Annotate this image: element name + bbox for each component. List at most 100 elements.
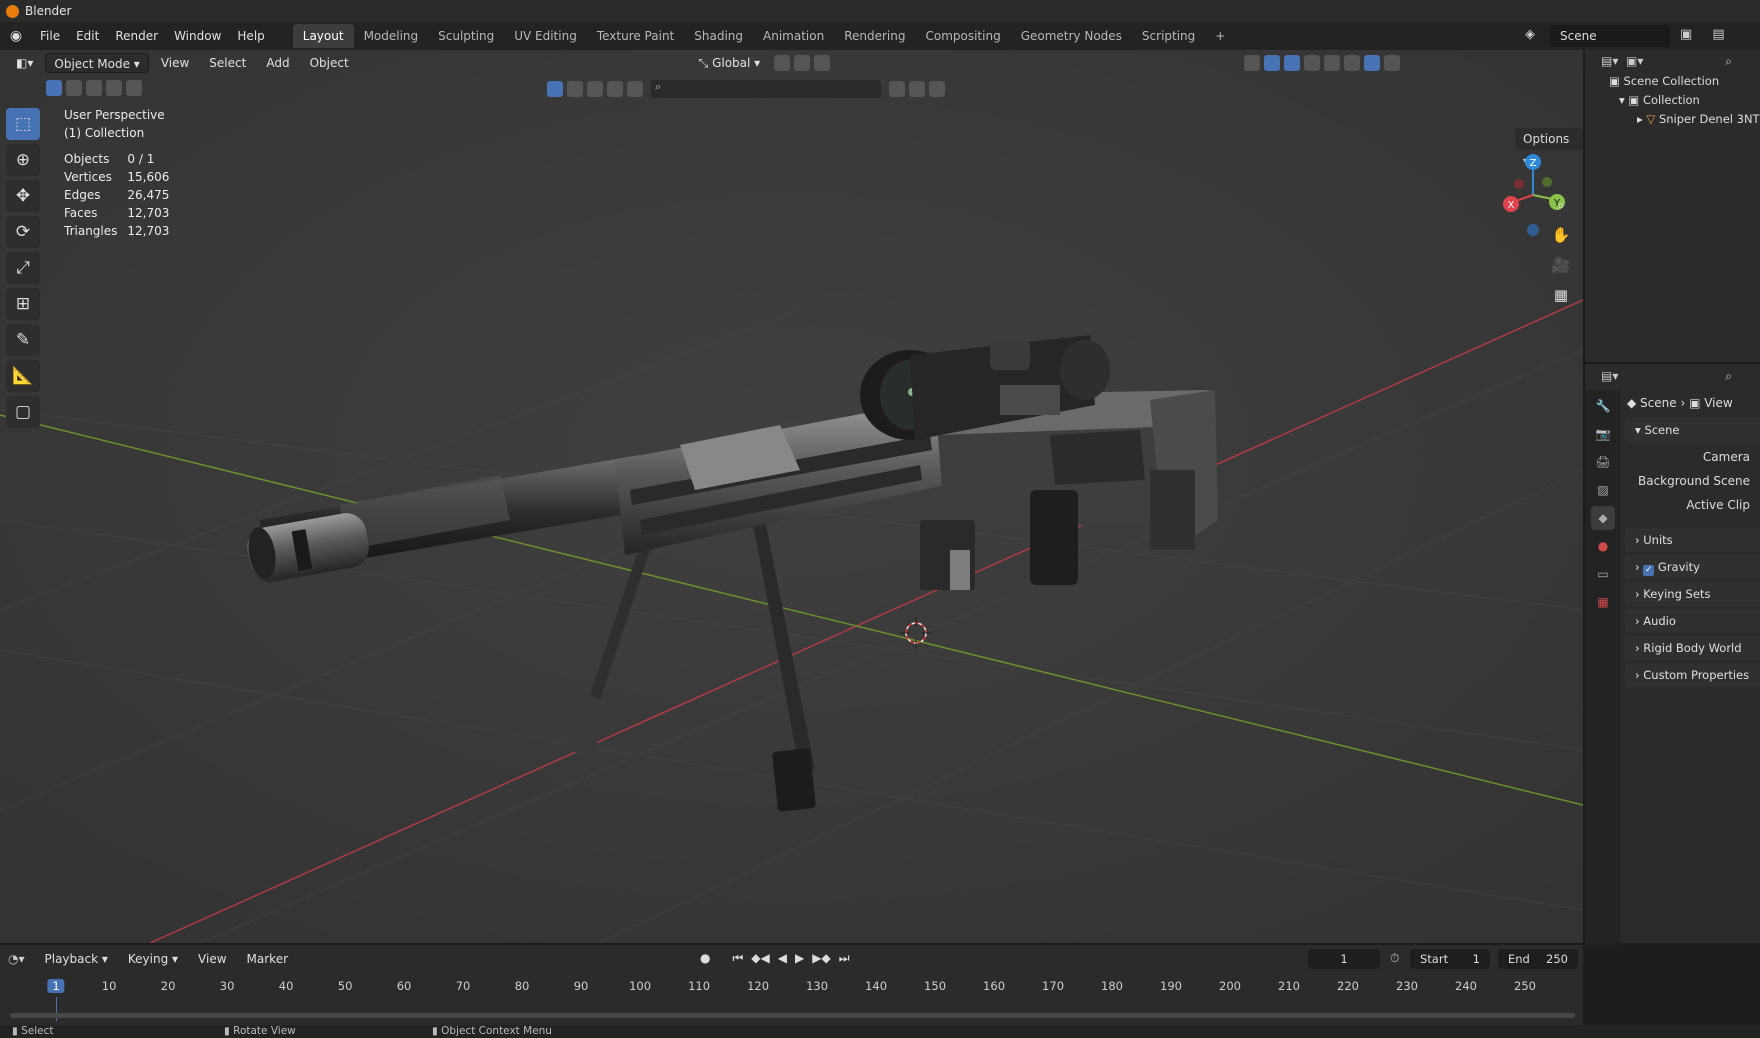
tab-scripting[interactable]: Scripting <box>1132 24 1205 48</box>
panel-gravity[interactable]: › ✓ Gravity <box>1625 555 1760 579</box>
funnel-filter-icon[interactable] <box>929 81 945 97</box>
texture-tab-icon[interactable]: ▦ <box>1591 590 1615 614</box>
add-cube-tool[interactable]: ▢ <box>6 396 40 428</box>
camera-field[interactable]: Camera <box>1625 446 1750 468</box>
annotate-tool[interactable]: ✎ <box>6 324 40 356</box>
scene-name-field[interactable]: Scene <box>1550 25 1670 47</box>
output-tab-icon[interactable]: 🖨 <box>1591 450 1615 474</box>
tab-rendering[interactable]: Rendering <box>834 24 915 48</box>
move-tool[interactable]: ✥ <box>6 180 40 212</box>
select-box-tool[interactable]: ⬚ <box>6 108 40 140</box>
frame-tick-label: 160 <box>983 979 1006 993</box>
shading-rendered-icon[interactable] <box>1384 55 1401 71</box>
filter-light-icon[interactable] <box>587 81 603 97</box>
view-layer-icon[interactable]: ▣ ▤ <box>1680 27 1750 45</box>
pivot-icon[interactable] <box>774 55 791 71</box>
tab-uv-editing[interactable]: UV Editing <box>504 24 587 48</box>
tab-modeling[interactable]: Modeling <box>354 24 429 48</box>
select-extend-icon[interactable] <box>66 80 82 96</box>
visibility-icon[interactable] <box>1244 55 1261 71</box>
mode-dropdown[interactable]: Object Mode ▾ <box>45 53 149 73</box>
rotate-tool[interactable]: ⟳ <box>6 216 40 248</box>
menu-object[interactable]: Object <box>302 53 357 73</box>
ortho-grid-icon[interactable]: ▦ <box>1548 282 1574 308</box>
tab-compositing[interactable]: Compositing <box>915 24 1010 48</box>
measure-tool[interactable]: 📐 <box>6 360 40 392</box>
search-field[interactable]: ⌕ <box>651 80 881 98</box>
filter-type-icon[interactable] <box>547 81 563 97</box>
shading-wireframe-icon[interactable] <box>1324 55 1341 71</box>
select-subtract-icon[interactable] <box>86 80 102 96</box>
transform-tool[interactable]: ⊞ <box>6 288 40 320</box>
panel-rigid-body-world[interactable]: › Rigid Body World <box>1625 636 1760 660</box>
panel-audio[interactable]: › Audio <box>1625 609 1760 633</box>
panel-custom-properties[interactable]: › Custom Properties <box>1625 663 1760 687</box>
active-clip-field[interactable]: Active Clip <box>1625 494 1750 516</box>
overlay-toggle-icon[interactable] <box>1284 55 1301 71</box>
zoom-icon[interactable]: ⌕ <box>1548 192 1574 218</box>
select-intersect-icon[interactable] <box>126 80 142 96</box>
add-workspace-button[interactable]: + <box>1205 24 1235 48</box>
select-new-icon[interactable] <box>46 80 62 96</box>
menu-file[interactable]: File <box>32 22 68 50</box>
editor-type-icon[interactable]: ◧▾ <box>8 53 41 73</box>
menu-add[interactable]: Add <box>258 53 297 73</box>
shading-material-icon[interactable] <box>1364 55 1381 71</box>
blender-menu-icon[interactable]: ◉ <box>0 28 32 44</box>
scene-tab-icon[interactable]: ◆ <box>1591 506 1615 530</box>
camera-view-icon[interactable]: 🎥 <box>1548 252 1574 278</box>
tab-geometry-nodes[interactable]: Geometry Nodes <box>1011 24 1132 48</box>
render-tab-icon[interactable]: 📷 <box>1591 422 1615 446</box>
sort-icon[interactable] <box>909 81 925 97</box>
snap-icon[interactable] <box>794 55 811 71</box>
pan-hand-icon[interactable]: ✋ <box>1548 222 1574 248</box>
frame-tick-label: 110 <box>688 979 711 993</box>
menu-window[interactable]: Window <box>166 22 229 50</box>
tab-layout[interactable]: Layout <box>292 24 354 48</box>
outliner-row-object[interactable]: ▸ ▽ Sniper Denel 3NTW <box>1585 110 1760 129</box>
world-tab-icon[interactable]: ● <box>1591 534 1615 558</box>
collection-tab-icon[interactable]: ▭ <box>1591 562 1615 586</box>
menu-render[interactable]: Render <box>107 22 166 50</box>
panel-keying-sets[interactable]: › Keying Sets <box>1625 582 1760 606</box>
properties-search-icon[interactable]: ⌕ <box>1725 364 1732 388</box>
outliner-row-collection[interactable]: ▾ ▣ Collection <box>1585 91 1760 110</box>
menu-edit[interactable]: Edit <box>68 22 107 50</box>
breadcrumb-view: View <box>1704 396 1733 410</box>
xray-icon[interactable] <box>1304 55 1321 71</box>
bookmark-icon[interactable] <box>889 81 905 97</box>
timeline-scrollbar[interactable] <box>10 1013 1575 1018</box>
scene-section-header[interactable]: ▾ Scene <box>1625 418 1760 442</box>
outliner-search-icon[interactable]: ⌕ <box>1725 50 1732 72</box>
filter-mesh-icon[interactable] <box>567 81 583 97</box>
filter-camera-icon[interactable] <box>607 81 623 97</box>
panel-units[interactable]: › Units <box>1625 528 1760 552</box>
tool-tab-icon[interactable]: 🔧 <box>1591 394 1615 418</box>
gizmo-toggle-icon[interactable] <box>1264 55 1281 71</box>
tab-texture-paint[interactable]: Texture Paint <box>587 24 684 48</box>
menu-view[interactable]: View <box>153 53 197 73</box>
view-layer-tab-icon[interactable]: ▨ <box>1591 478 1615 502</box>
menu-select[interactable]: Select <box>201 53 254 73</box>
filter-empty-icon[interactable] <box>627 81 643 97</box>
proportional-edit-icon[interactable] <box>814 55 831 71</box>
menu-help[interactable]: Help <box>229 22 272 50</box>
select-invert-icon[interactable] <box>106 80 122 96</box>
scale-tool[interactable]: ⤢ <box>6 252 40 284</box>
background-scene-field[interactable]: Background Scene <box>1625 470 1750 492</box>
options-dropdown[interactable]: Options ▾ <box>1515 128 1583 168</box>
options-label: Options <box>1523 132 1570 146</box>
frame-tick-label: 60 <box>396 979 412 993</box>
gravity-checkbox[interactable]: ✓ <box>1643 565 1655 576</box>
3d-viewport[interactable]: ◧▾ Object Mode ▾ View Select Add Object … <box>0 50 1583 943</box>
shading-solid-icon[interactable] <box>1344 55 1361 71</box>
tab-shading[interactable]: Shading <box>684 24 753 48</box>
outliner-row-scene-collection[interactable]: ▣ Scene Collection <box>1585 72 1760 91</box>
frame-tick-label: 1 <box>47 979 65 993</box>
tab-animation[interactable]: Animation <box>753 24 834 48</box>
orientation-dropdown[interactable]: ⤡ Global ▾ <box>691 53 769 73</box>
outliner-label: Collection <box>1642 93 1700 107</box>
cursor-tool[interactable]: ⊕ <box>6 144 40 176</box>
scene-selector-icon[interactable]: ◈ <box>1525 27 1545 45</box>
tab-sculpting[interactable]: Sculpting <box>428 24 504 48</box>
